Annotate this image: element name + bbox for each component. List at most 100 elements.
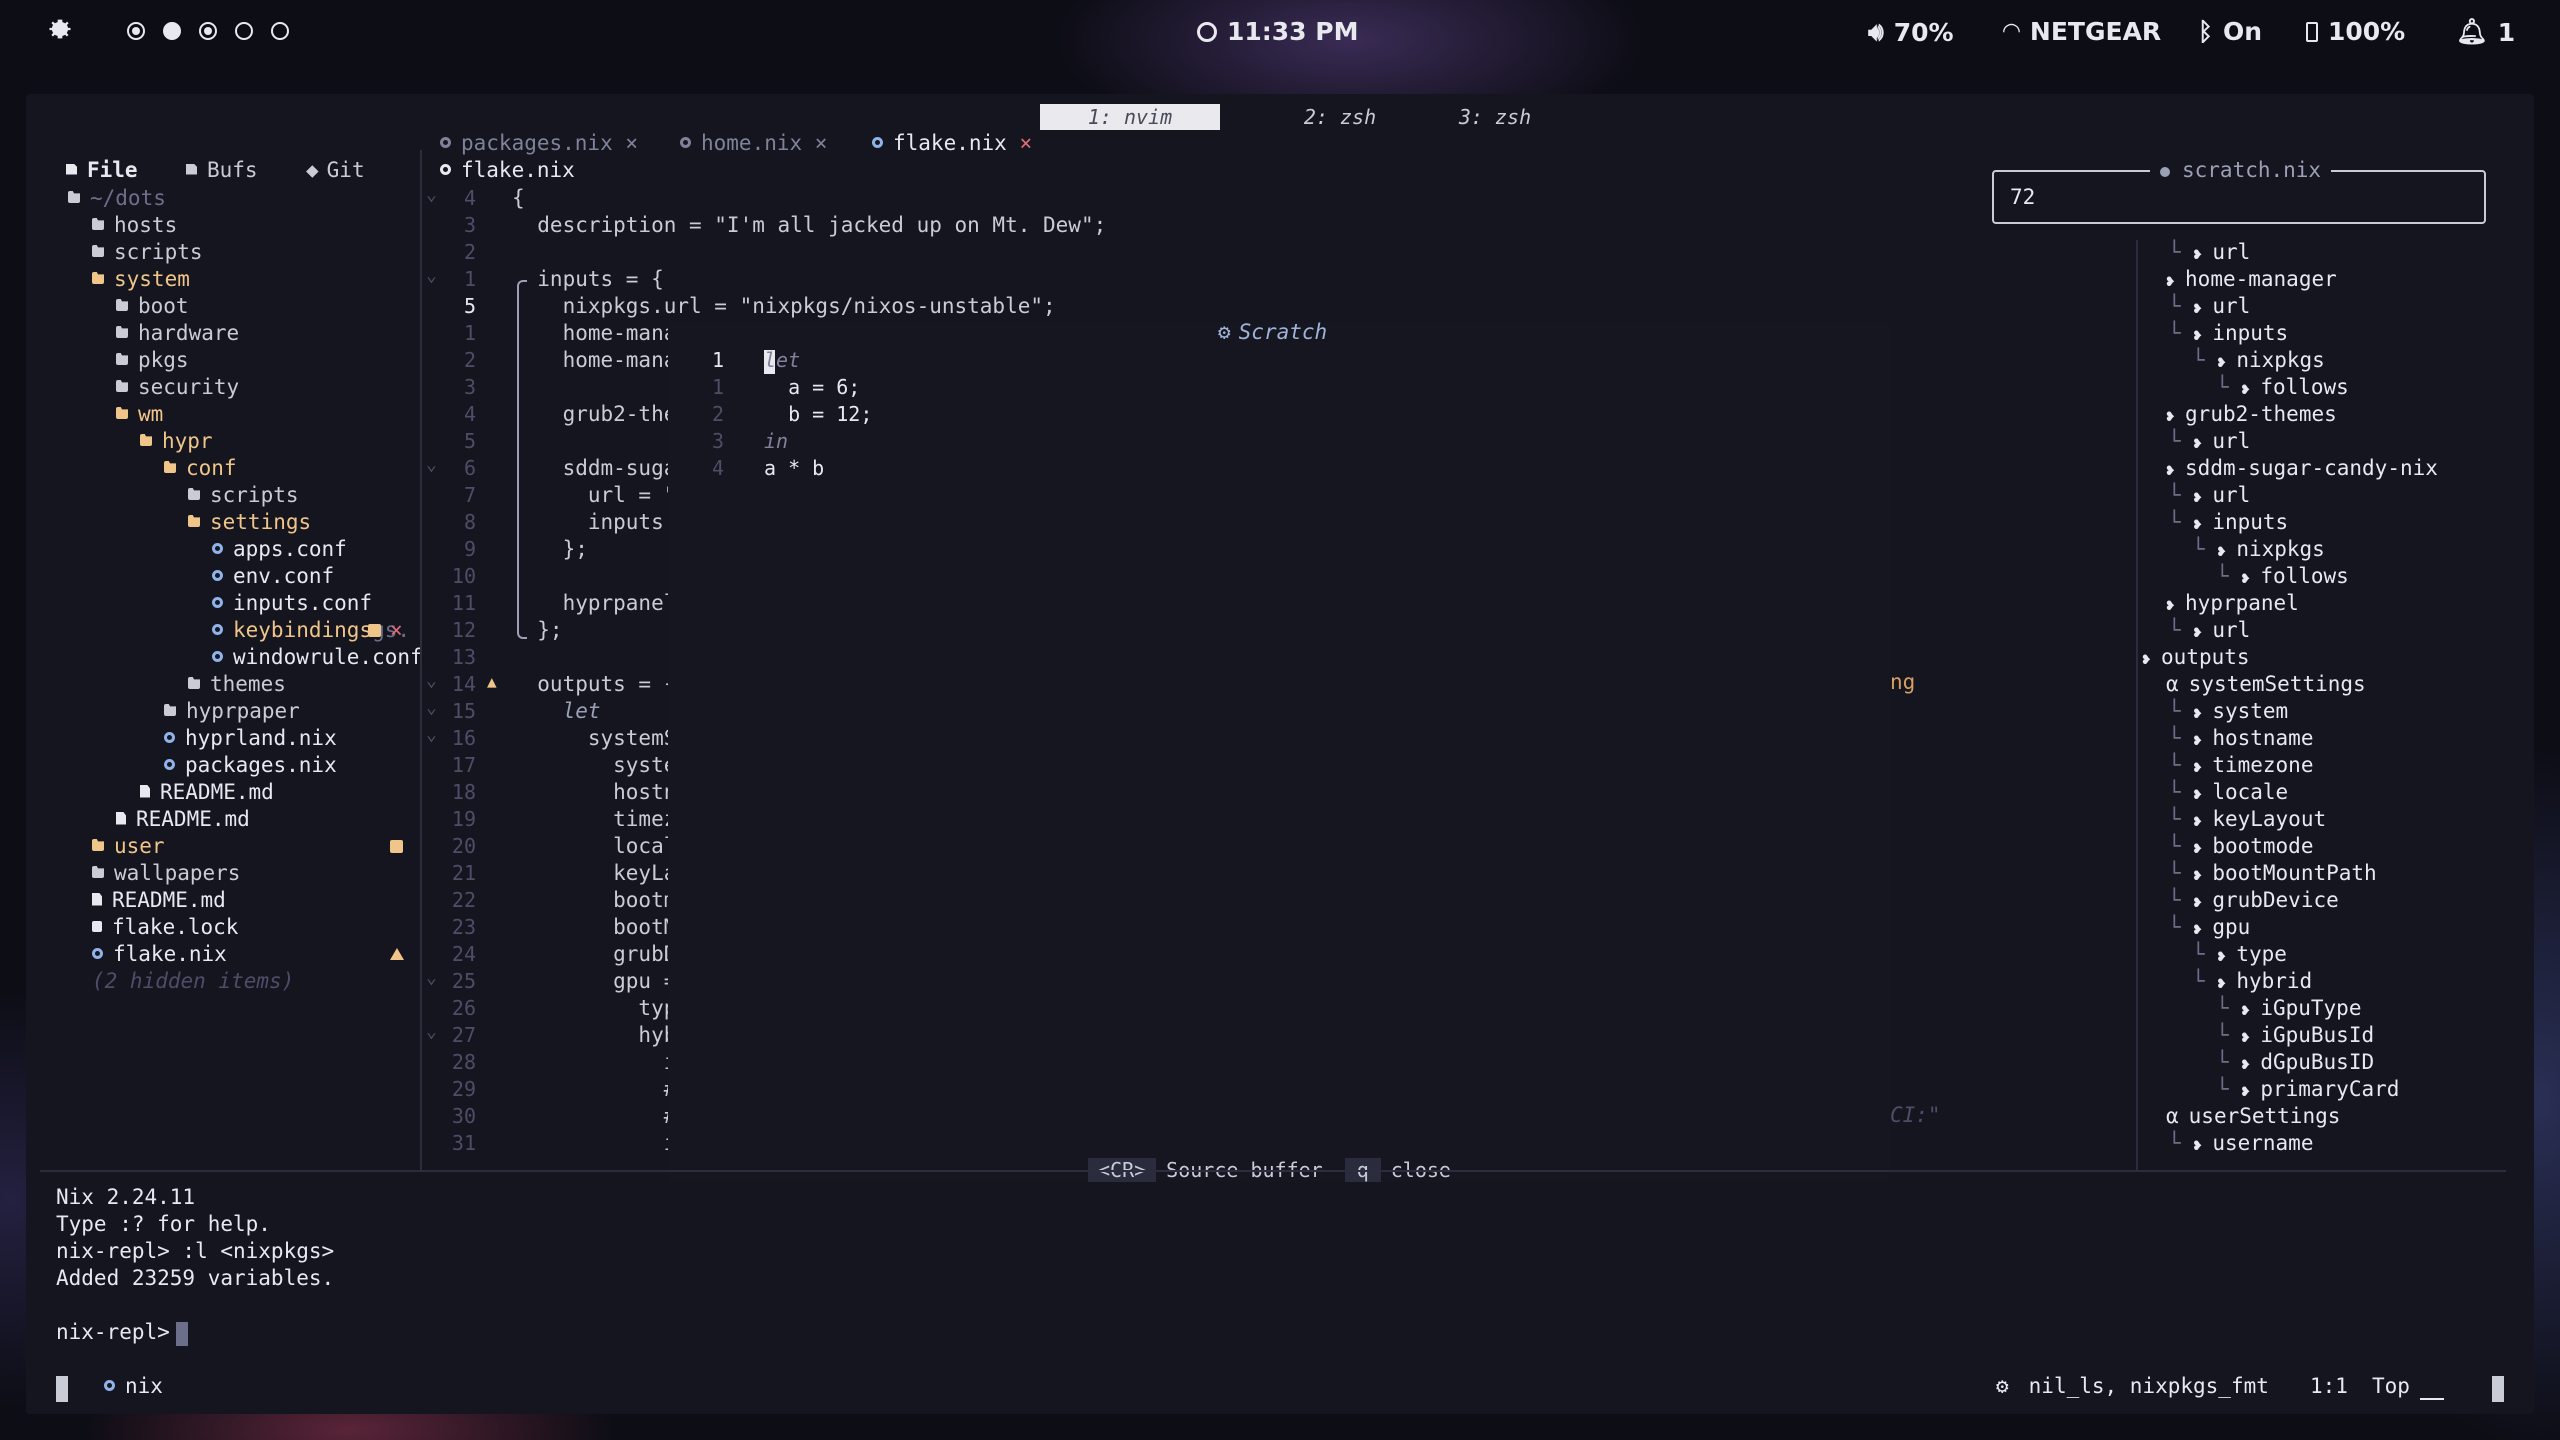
outline-item[interactable]: └ ❥ system [2168, 699, 2288, 726]
tree-item[interactable]: ~/dots [68, 186, 166, 213]
outline-item[interactable]: └ ❥ gpu [2168, 915, 2250, 942]
outline-item[interactable]: └ ❥ iGpuBusId [2216, 1023, 2374, 1050]
tree-item[interactable]: wallpapers [92, 861, 240, 888]
gear-icon [164, 731, 175, 743]
tree-item[interactable]: scripts [188, 483, 299, 510]
outline-item[interactable]: └ ❥ inputs [2168, 510, 2288, 537]
bluetooth-indicator[interactable]: ᛒ On [2198, 17, 2262, 46]
workspace-4-indicator[interactable] [235, 22, 253, 40]
tree-item[interactable]: hardware [116, 321, 239, 348]
outline-item[interactable]: └ ❥ url [2168, 240, 2250, 267]
fold-icon[interactable]: ⌄ [426, 724, 437, 745]
workspace-5-indicator[interactable] [271, 22, 289, 40]
outline-item[interactable]: └ ❥ inputs [2168, 321, 2288, 348]
outline-item[interactable]: ❥ grub2-themes [2166, 402, 2337, 429]
outline-item[interactable]: ❥ sddm-sugar-candy-nix [2166, 456, 2438, 483]
buffer-tab[interactable]: home.nix × [680, 131, 827, 155]
tree-item[interactable]: hyprpaper [164, 699, 300, 726]
tmux-tab-1[interactable]: 1: nvim [1040, 104, 1220, 130]
tree-item[interactable]: (2 hidden items) [92, 969, 294, 996]
filetype-label: nix [125, 1374, 163, 1398]
fold-icon[interactable]: ⌄ [426, 967, 437, 988]
outline-item[interactable]: └ ❥ nixpkgs [2192, 537, 2325, 564]
outline-item[interactable]: └ ❥ url [2168, 294, 2250, 321]
tree-item[interactable]: hypr [140, 429, 213, 456]
fold-icon[interactable]: ⌄ [426, 1021, 437, 1042]
scratch-window[interactable] [668, 322, 1890, 1182]
tmux-tab-2[interactable]: 2: zsh [1250, 104, 1430, 130]
outline-item[interactable]: └ ❥ grubDevice [2168, 888, 2339, 915]
outline-item[interactable]: ❥ hyprpanel [2166, 591, 2299, 618]
explorer-tab-file[interactable]: File [66, 158, 138, 182]
outline-item[interactable]: α userSettings [2166, 1104, 2340, 1131]
tree-item[interactable]: README.md [140, 780, 274, 807]
tree-item[interactable]: scripts [92, 240, 203, 267]
workspace-3-indicator[interactable] [199, 22, 217, 40]
tree-item[interactable]: security [116, 375, 239, 402]
outline-item[interactable]: └ ❥ dGpuBusID [2216, 1050, 2374, 1077]
tree-item[interactable]: windowrule.conf [212, 645, 423, 672]
tree-item[interactable]: README.md [92, 888, 226, 915]
outline-item[interactable]: ❥ home-manager [2166, 267, 2337, 294]
tmux-tab-3[interactable]: 3: zsh [1405, 104, 1585, 130]
outline-item[interactable]: └ ❥ follows [2216, 375, 2349, 402]
explorer-tab-bufs[interactable]: Bufs [186, 158, 258, 182]
close-icon[interactable]: × [390, 618, 403, 642]
tree-item[interactable]: hosts [92, 213, 177, 240]
outline-item[interactable]: ❥ outputs [2142, 645, 2250, 672]
tree-item[interactable]: themes [188, 672, 286, 699]
buffer-tab[interactable]: flake.nix × [872, 131, 1032, 155]
tree-item-label: keybindings [233, 618, 373, 642]
outline-item[interactable]: └ ❥ hybrid [2192, 969, 2312, 996]
tree-item[interactable]: conf [164, 456, 237, 483]
outline-item[interactable]: └ ❥ timezone [2168, 753, 2313, 780]
fold-icon[interactable]: ⌄ [426, 265, 437, 286]
tree-item[interactable]: inputs.conf [212, 591, 372, 618]
fold-icon[interactable]: ⌄ [426, 670, 437, 691]
explorer-tab-git[interactable]: ◆ Git [306, 158, 365, 182]
tree-item[interactable]: boot [116, 294, 189, 321]
workspace-1-indicator[interactable] [127, 22, 145, 40]
tree-item[interactable]: flake.lock [92, 915, 238, 942]
outline-item[interactable]: α systemSettings [2166, 672, 2366, 699]
outline-item[interactable]: └ ❥ url [2168, 618, 2250, 645]
buffer-tab[interactable]: packages.nix × [440, 131, 638, 155]
notifications-indicator[interactable]: 🔔︎ 1 [2456, 17, 2515, 47]
outline-item[interactable]: └ ❥ bootmode [2168, 834, 2313, 861]
tree-item[interactable]: settings [188, 510, 311, 537]
outline-item[interactable]: └ ❥ nixpkgs [2192, 348, 2325, 375]
tree-item[interactable]: packages.nix [164, 753, 337, 780]
settings-gear-icon[interactable] [46, 15, 74, 43]
outline-item[interactable]: └ ❥ keyLayout [2168, 807, 2326, 834]
tree-item[interactable]: pkgs [116, 348, 189, 375]
outline-item[interactable]: └ ❥ follows [2216, 564, 2349, 591]
tree-item[interactable]: system [92, 267, 190, 294]
close-icon[interactable]: × [613, 131, 638, 155]
tree-item[interactable]: README.md [116, 807, 250, 834]
fold-icon[interactable]: ⌄ [426, 454, 437, 475]
outline-item[interactable]: └ ❥ locale [2168, 780, 2288, 807]
close-icon[interactable]: × [1007, 131, 1032, 155]
volume-indicator[interactable]: 🔊︎ 70% [1868, 17, 1954, 47]
battery-indicator[interactable]: 100% [2306, 17, 2405, 46]
outline-item[interactable]: └ ❥ url [2168, 483, 2250, 510]
tree-item[interactable]: wm [116, 402, 163, 429]
workspace-2-indicator[interactable] [163, 22, 181, 40]
outline-item[interactable]: └ ❥ type [2192, 942, 2287, 969]
tree-item[interactable]: user [92, 834, 165, 861]
outline-item[interactable]: └ ❥ hostname [2168, 726, 2313, 753]
tree-item[interactable]: env.conf [212, 564, 334, 591]
tree-item[interactable]: flake.nix [92, 942, 227, 969]
outline-item[interactable]: └ ❥ iGpuType [2216, 996, 2361, 1023]
tree-item[interactable]: hyprland.nix [164, 726, 337, 753]
outline-item[interactable]: └ ❥ url [2168, 429, 2250, 456]
outline-item[interactable]: └ ❥ bootMountPath [2168, 861, 2377, 888]
clock[interactable]: 11:33 PM [1197, 17, 1358, 46]
fold-icon[interactable]: ⌄ [426, 184, 437, 205]
outline-item[interactable]: └ ❥ primaryCard [2216, 1077, 2399, 1104]
tree-item[interactable]: apps.conf [212, 537, 347, 564]
outline-item[interactable]: └ ❥ username [2168, 1131, 2313, 1158]
network-indicator[interactable]: ◠ NETGEAR [2003, 17, 2161, 46]
fold-icon[interactable]: ⌄ [426, 697, 437, 718]
close-icon[interactable]: × [802, 131, 828, 155]
